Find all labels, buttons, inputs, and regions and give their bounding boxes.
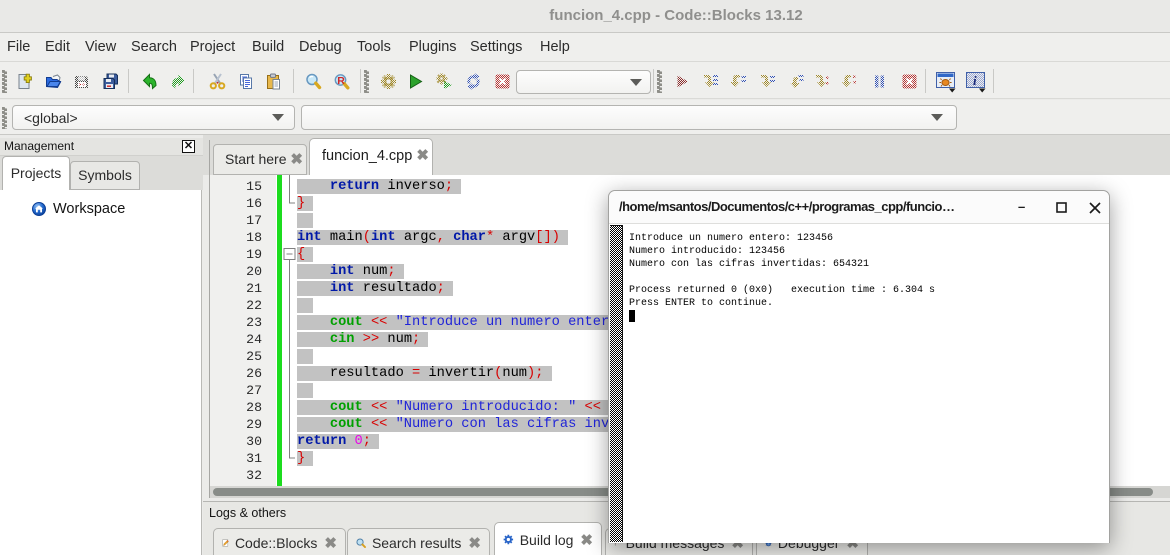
svg-text:R: R	[337, 75, 345, 87]
svg-text:i: i	[973, 73, 977, 88]
